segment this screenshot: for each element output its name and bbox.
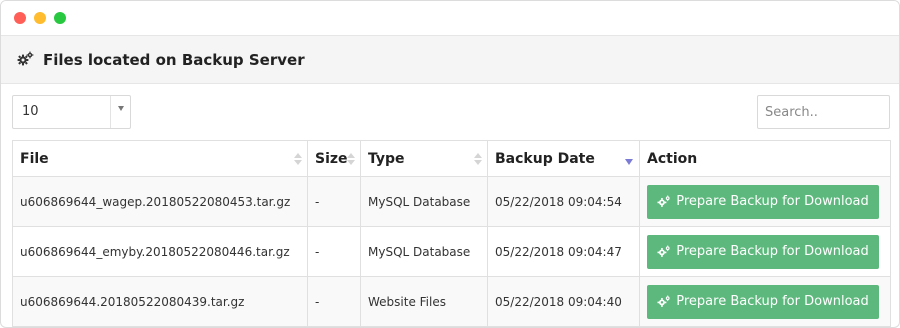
table-row: u606869644_wagep.20180522080453.tar.gz -… (12, 176, 891, 227)
column-header-label: Size (315, 150, 348, 167)
backup-files-table: File Size Type Backup Date Action u60686… (12, 140, 891, 327)
table-controls: 10 (1, 95, 899, 129)
table-row: u606869644_emyby.20180522080446.tar.gz -… (12, 226, 891, 277)
table-row: u606869644.20180522080439.tar.gz - Websi… (12, 276, 891, 327)
prepare-backup-label: Prepare Backup for Download (676, 294, 869, 309)
cell-type: Website Files (360, 276, 488, 327)
sort-icon (347, 153, 355, 166)
window-minimize-button[interactable] (34, 12, 46, 24)
panel-title: Files located on Backup Server (43, 50, 305, 69)
cell-file: u606869644_wagep.20180522080453.tar.gz (12, 176, 308, 227)
caret-down-icon (117, 106, 124, 111)
cell-action: Prepare Backup for Download (639, 276, 891, 327)
column-header-backup-date[interactable]: Backup Date (487, 140, 640, 177)
window-zoom-button[interactable] (54, 12, 66, 24)
cogs-icon (657, 294, 671, 309)
panel-heading: Files located on Backup Server (1, 35, 899, 84)
cell-size: - (307, 226, 361, 277)
sort-icon (474, 153, 482, 166)
cell-backup-date: 05/22/2018 09:04:54 (487, 176, 640, 227)
app-window: Files located on Backup Server 10 File (0, 0, 900, 328)
prepare-backup-button[interactable]: Prepare Backup for Download (647, 184, 879, 219)
window-close-button[interactable] (14, 12, 26, 24)
cogs-icon (17, 51, 34, 68)
cell-type: MySQL Database (360, 176, 488, 227)
cell-action: Prepare Backup for Download (639, 176, 891, 227)
search-input[interactable] (757, 95, 890, 129)
cell-size: - (307, 176, 361, 227)
cogs-icon (657, 194, 671, 209)
cell-backup-date: 05/22/2018 09:04:40 (487, 276, 640, 327)
column-header-file[interactable]: File (12, 140, 308, 177)
column-header-label: Type (368, 150, 405, 167)
cell-type: MySQL Database (360, 226, 488, 277)
prepare-backup-button[interactable]: Prepare Backup for Download (647, 284, 879, 319)
column-header-action: Action (639, 140, 891, 177)
column-header-type[interactable]: Type (360, 140, 488, 177)
prepare-backup-button[interactable]: Prepare Backup for Download (647, 234, 879, 269)
column-header-label: Action (647, 150, 698, 167)
prepare-backup-label: Prepare Backup for Download (676, 244, 869, 259)
cell-backup-date: 05/22/2018 09:04:47 (487, 226, 640, 277)
sort-descending-icon (625, 159, 633, 165)
page-length-dropdown-toggle[interactable] (110, 96, 130, 128)
cell-file: u606869644.20180522080439.tar.gz (12, 276, 308, 327)
cogs-icon (657, 244, 671, 259)
prepare-backup-label: Prepare Backup for Download (676, 194, 869, 209)
sort-icon (294, 153, 302, 166)
page-length-value: 10 (22, 104, 39, 119)
cell-size: - (307, 276, 361, 327)
page-length-select[interactable]: 10 (12, 95, 131, 129)
column-header-size[interactable]: Size (307, 140, 361, 177)
column-header-label: File (20, 150, 49, 167)
column-header-label: Backup Date (495, 150, 595, 167)
table-header-row: File Size Type Backup Date Action (12, 140, 891, 177)
cell-action: Prepare Backup for Download (639, 226, 891, 277)
cell-file: u606869644_emyby.20180522080446.tar.gz (12, 226, 308, 277)
window-titlebar (1, 1, 899, 35)
